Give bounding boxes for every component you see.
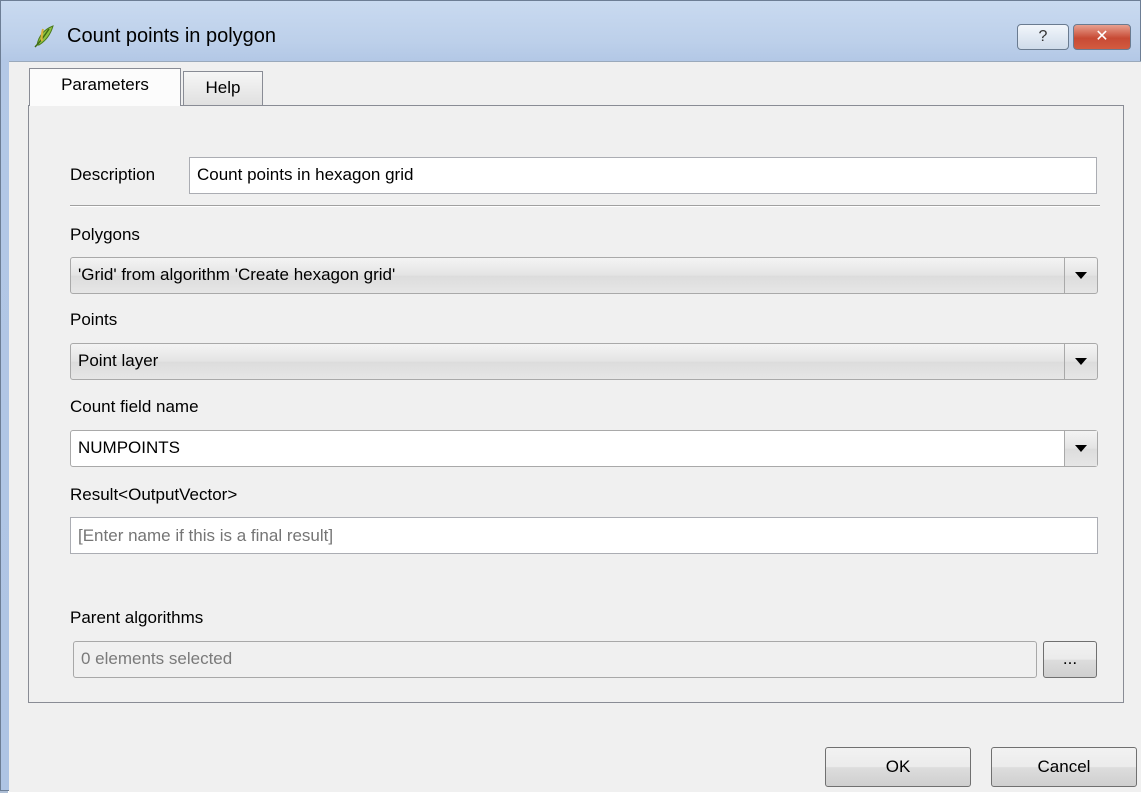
description-field[interactable]: Count points in hexagon grid xyxy=(189,157,1097,194)
points-select[interactable]: Point layer xyxy=(70,343,1098,380)
title-bar[interactable]: Count points in polygon ? ✕ xyxy=(9,1,1140,61)
qgis-leaf-icon xyxy=(34,25,54,48)
tab-help[interactable]: Help xyxy=(183,71,263,105)
chevron-down-icon[interactable] xyxy=(1064,344,1097,379)
window-title: Count points in polygon xyxy=(67,25,277,47)
tab-parameters[interactable]: Parameters xyxy=(29,68,181,106)
points-label: Points xyxy=(70,310,118,329)
parent-algorithms-label: Parent algorithms xyxy=(70,608,204,627)
count-field-value: NUMPOINTS xyxy=(78,438,180,457)
result-label: Result<OutputVector> xyxy=(70,485,238,504)
parent-algorithms-browse-button[interactable]: ... xyxy=(1043,641,1097,678)
result-input[interactable] xyxy=(70,517,1098,554)
close-button[interactable]: ✕ xyxy=(1073,24,1131,50)
context-help-button[interactable]: ? xyxy=(1017,24,1069,50)
chevron-down-icon[interactable] xyxy=(1064,431,1097,466)
count-field-label: Count field name xyxy=(70,397,199,416)
dialog-window: Count points in polygon ? ✕ Parameters H… xyxy=(0,0,1141,792)
description-label: Description xyxy=(70,165,156,184)
chevron-down-icon[interactable] xyxy=(1064,258,1097,293)
count-field-select[interactable]: NUMPOINTS xyxy=(70,430,1098,467)
ok-button[interactable]: OK xyxy=(825,747,971,787)
polygons-select-value: 'Grid' from algorithm 'Create hexagon gr… xyxy=(78,265,396,284)
cancel-button[interactable]: Cancel xyxy=(991,747,1137,787)
points-select-value: Point layer xyxy=(78,351,159,370)
polygons-label: Polygons xyxy=(70,225,140,244)
divider xyxy=(70,205,1100,207)
parent-algorithms-field: 0 elements selected xyxy=(73,641,1037,678)
parameters-panel: Description Count points in hexagon grid… xyxy=(28,105,1124,703)
polygons-select[interactable]: 'Grid' from algorithm 'Create hexagon gr… xyxy=(70,257,1098,294)
dialog-client: Parameters Help Description Count points… xyxy=(9,61,1141,792)
